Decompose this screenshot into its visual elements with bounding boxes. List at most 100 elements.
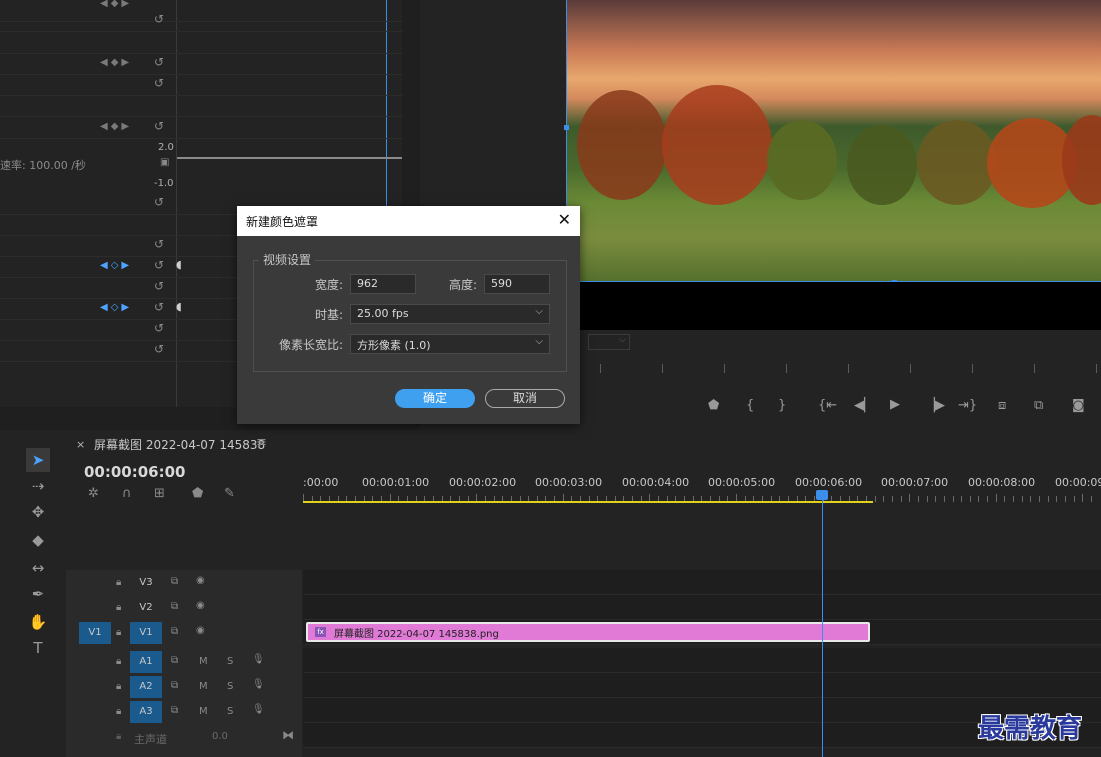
track-row-a2[interactable] <box>303 673 1101 698</box>
microphone-icon[interactable]: 🎙︎ <box>252 654 265 665</box>
step-forward-icon[interactable]: ▕▶ <box>925 398 945 413</box>
close-icon[interactable]: × <box>76 438 85 451</box>
video-clip[interactable]: fx 屏幕截图 2022-04-07 145838.png <box>306 622 870 642</box>
ok-button[interactable]: 确定 <box>395 389 475 408</box>
sync-lock-icon[interactable]: ⧉ <box>171 705 178 716</box>
keyframe-nav-icon[interactable]: ◀◆▶ <box>100 57 132 68</box>
track-row-v3[interactable] <box>303 570 1101 595</box>
microphone-icon[interactable]: 🎙︎ <box>252 704 265 715</box>
cancel-button[interactable]: 取消 <box>485 389 565 408</box>
mute-button[interactable]: M <box>199 706 208 717</box>
master-volume-value[interactable]: 0.0 <box>212 731 228 742</box>
reset-icon[interactable]: ↺ <box>154 195 164 209</box>
track-label-a2[interactable]: A2 <box>130 676 162 698</box>
reset-icon[interactable]: ↺ <box>154 76 164 90</box>
lock-icon[interactable]: 🔒︎ <box>116 681 121 692</box>
type-tool-icon[interactable]: T <box>26 636 50 660</box>
track-row-a1[interactable] <box>303 648 1101 673</box>
export-frame-icon[interactable]: ◙ <box>1072 398 1085 413</box>
monitor-ruler[interactable] <box>600 364 1100 374</box>
lock-icon[interactable]: 🔒︎ <box>116 602 121 613</box>
keyframe-marker-icon[interactable]: ◖ <box>176 300 182 313</box>
go-to-out-icon[interactable]: ⇥} <box>958 398 977 413</box>
play-icon[interactable]: ▶ <box>890 397 900 412</box>
track-select-tool-icon[interactable]: ⇢ <box>26 474 50 498</box>
reset-icon[interactable]: ↺ <box>154 300 164 314</box>
mark-out-icon[interactable]: } <box>778 398 786 413</box>
timeline-playhead[interactable] <box>822 492 823 757</box>
reset-icon[interactable]: ↺ <box>154 279 164 293</box>
reset-icon[interactable]: ↺ <box>154 342 164 356</box>
wrench-icon[interactable]: ✎ <box>224 486 235 501</box>
close-icon[interactable]: ✕ <box>558 210 571 229</box>
sync-lock-icon[interactable]: ⧉ <box>171 655 178 666</box>
solo-button[interactable]: S <box>227 706 233 717</box>
keyframe-nav-icon[interactable]: ◀◆▶ <box>100 0 132 9</box>
add-marker-icon[interactable]: ⬟ <box>192 486 203 501</box>
track-label-a3[interactable]: A3 <box>130 701 162 723</box>
keyframe-nav-icon[interactable]: ◀◆▶ <box>100 121 132 132</box>
speed-graph-icon[interactable]: ▣ <box>160 157 169 168</box>
mute-button[interactable]: M <box>199 681 208 692</box>
timeline-timecode[interactable]: 00:00:06:00 <box>84 463 186 481</box>
eye-icon[interactable]: ◉ <box>196 575 205 586</box>
timebase-select[interactable]: 25.00 fps ⌵ <box>350 304 550 324</box>
linked-selection-icon[interactable]: ⊞ <box>154 486 165 501</box>
reset-icon[interactable]: ↺ <box>154 119 164 133</box>
reset-icon[interactable]: ↺ <box>154 321 164 335</box>
razor-tool-icon[interactable]: ◆ <box>26 528 50 552</box>
pen-tool-icon[interactable]: ✒ <box>26 582 50 606</box>
playhead-handle[interactable] <box>816 490 828 500</box>
time-ruler[interactable]: :00:00 00:00:01:00 00:00:02:00 00:00:03:… <box>303 458 1101 504</box>
selection-tool-icon[interactable]: ➤ <box>26 448 50 472</box>
hand-tool-icon[interactable]: ✋ <box>26 610 50 634</box>
resolution-dropdown[interactable]: ⌵ <box>588 334 630 350</box>
eye-icon[interactable]: ◉ <box>196 625 205 636</box>
track-label-v3[interactable]: V3 <box>130 572 162 594</box>
lift-icon[interactable]: ⧈ <box>998 398 1006 413</box>
mark-in-icon[interactable]: { <box>746 398 754 413</box>
sync-lock-icon[interactable]: ⧉ <box>171 601 178 612</box>
keyframe-nav-icon[interactable]: ◀◇▶ <box>100 302 132 313</box>
track-label-v1[interactable]: V1 <box>130 622 162 644</box>
step-back-icon[interactable]: ◀▏ <box>854 398 874 413</box>
sync-lock-icon[interactable]: ⧉ <box>171 576 178 587</box>
track-row-v2[interactable] <box>303 595 1101 620</box>
menu-icon[interactable]: ≡ <box>256 435 267 450</box>
track-label-a1[interactable]: A1 <box>130 651 162 673</box>
reset-icon[interactable]: ↺ <box>154 237 164 251</box>
nest-icon[interactable]: ✲ <box>88 486 99 501</box>
source-patch-v1[interactable]: V1 <box>79 622 111 644</box>
lock-icon[interactable]: 🔒︎ <box>116 577 121 588</box>
sync-lock-icon[interactable]: ⧉ <box>171 626 178 637</box>
snap-icon[interactable]: ∩ <box>122 486 132 501</box>
solo-button[interactable]: S <box>227 681 233 692</box>
lock-icon[interactable]: 🔒︎ <box>116 731 121 742</box>
track-label-v2[interactable]: V2 <box>130 597 162 619</box>
go-to-end-icon[interactable]: ⧓ <box>282 728 294 742</box>
sequence-tab[interactable]: 屏幕截图 2022-04-07 145838 <box>94 436 265 453</box>
sync-lock-icon[interactable]: ⧉ <box>171 680 178 691</box>
height-field[interactable]: 590 <box>484 274 550 294</box>
lock-icon[interactable]: 🔒︎ <box>116 706 121 717</box>
transform-handle[interactable] <box>564 125 569 130</box>
eye-icon[interactable]: ◉ <box>196 600 205 611</box>
add-marker-icon[interactable]: ⬟ <box>708 398 719 413</box>
microphone-icon[interactable]: 🎙︎ <box>252 679 265 690</box>
slip-tool-icon[interactable]: ↔ <box>26 556 50 580</box>
go-to-in-icon[interactable]: {⇤ <box>818 398 837 413</box>
preview-image[interactable] <box>566 0 1101 282</box>
ripple-edit-tool-icon[interactable]: ✥ <box>26 500 50 524</box>
lock-icon[interactable]: 🔒︎ <box>116 656 121 667</box>
keyframe-nav-icon[interactable]: ◀◇▶ <box>100 260 132 271</box>
solo-button[interactable]: S <box>227 656 233 667</box>
mute-button[interactable]: M <box>199 656 208 667</box>
work-area-bar[interactable] <box>303 501 873 503</box>
pixel-aspect-select[interactable]: 方形像素 (1.0) ⌵ <box>350 334 550 354</box>
speed-graph-line[interactable] <box>177 157 402 159</box>
reset-icon[interactable]: ↺ <box>154 55 164 69</box>
extract-icon[interactable]: ⧉ <box>1034 398 1043 413</box>
lock-icon[interactable]: 🔒︎ <box>116 627 121 638</box>
reset-icon[interactable]: ↺ <box>154 12 164 26</box>
keyframe-marker-icon[interactable]: ◖ <box>176 258 182 271</box>
